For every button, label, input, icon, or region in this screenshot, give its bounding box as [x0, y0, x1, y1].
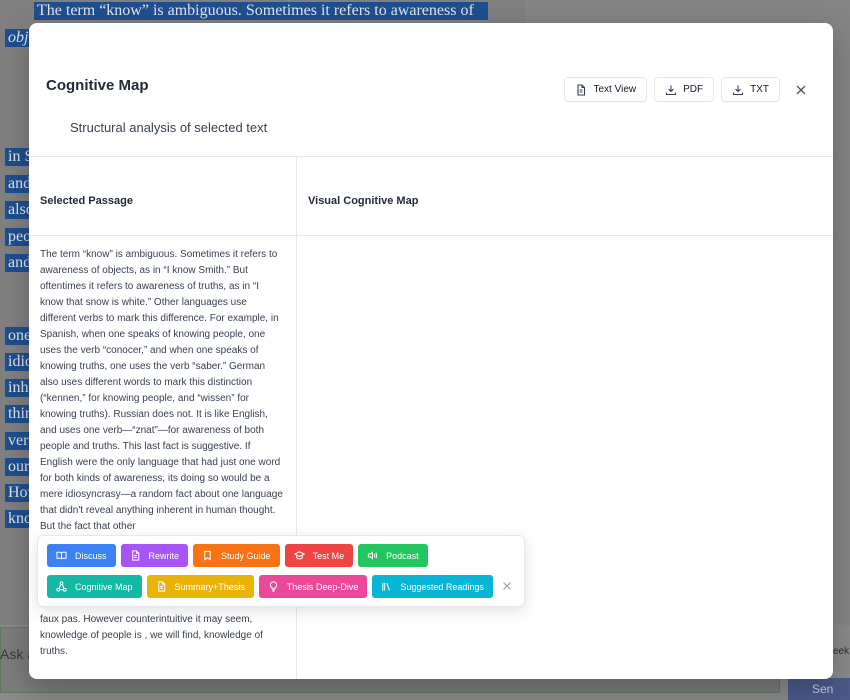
toolbar-row: Cognitive Map Summary+Thesis Thesis Deep…: [47, 575, 493, 598]
selected-text-fragment: one: [5, 327, 30, 345]
library-icon: [382, 582, 391, 591]
cognitive-map-canvas: [297, 236, 833, 679]
suggested-readings-button[interactable]: Suggested Readings: [372, 575, 493, 598]
send-button[interactable]: Sen: [788, 678, 850, 700]
speaker-icon: [367, 551, 378, 560]
download-icon: [666, 85, 677, 95]
lightbulb-icon: [269, 581, 277, 592]
selected-text-fragment: our: [5, 458, 30, 476]
book-icon: [56, 551, 67, 560]
bookmark-icon: [204, 550, 211, 561]
toolbar-row: Discuss Rewrite Study Guide Test Me Podc…: [47, 544, 428, 567]
selected-passage-header: Selected Passage: [40, 195, 133, 207]
document-icon: [131, 550, 139, 561]
study-guide-button[interactable]: Study Guide: [193, 544, 280, 567]
rewrite-label: Rewrite: [148, 550, 180, 561]
modal-subtitle: Structural analysis of selected text: [70, 120, 268, 135]
graduation-cap-icon: [293, 551, 305, 560]
document-icon: [577, 83, 586, 96]
thesis-deep-dive-button[interactable]: Thesis Deep-Dive: [258, 575, 368, 598]
divider: [29, 156, 833, 157]
thesis-deep-dive-label: Thesis Deep-Dive: [286, 581, 359, 592]
modal-title: Cognitive Map: [46, 77, 149, 94]
summary-thesis-button[interactable]: Summary+Thesis: [146, 575, 254, 598]
selected-text-fragment: kno: [5, 510, 30, 528]
pdf-label: PDF: [683, 84, 704, 95]
modal-actions: Text View PDF TXT: [564, 77, 811, 102]
selected-text-fragment: How: [5, 484, 30, 502]
selected-text-fragment: and: [5, 175, 30, 193]
cognitive-map-button[interactable]: Cognitive Map: [47, 575, 142, 598]
cognitive-map-label: Cognitive Map: [75, 581, 133, 592]
side-text: eek: [833, 646, 850, 657]
text-view-label: Text View: [593, 84, 637, 95]
txt-download-button[interactable]: TXT: [721, 77, 780, 102]
txt-label: TXT: [750, 84, 769, 95]
podcast-button[interactable]: Podcast: [358, 544, 428, 567]
podcast-label: Podcast: [386, 550, 419, 561]
discuss-label: Discuss: [75, 550, 107, 561]
selected-text-line: The term “know” is ambiguous. Sometimes …: [34, 2, 488, 20]
selected-text-fragment: thin: [5, 405, 30, 423]
selected-text-fragment: and: [5, 254, 30, 272]
close-icon: [796, 85, 806, 94]
test-me-label: Test Me: [312, 550, 345, 561]
selected-text-fragment: peo: [5, 228, 30, 246]
selected-passage-text: The term “know” is ambiguous. Sometimes …: [40, 249, 283, 532]
selected-text-line: obj: [5, 29, 29, 47]
network-icon: [56, 581, 67, 592]
selected-text-fragment: idio: [5, 353, 30, 371]
selected-passage-text-end: faux pas. However counterintuitive it ma…: [40, 614, 263, 657]
text-view-button[interactable]: Text View: [564, 77, 648, 102]
modal-close-button[interactable]: [791, 80, 811, 100]
download-icon: [733, 85, 744, 95]
visual-cognitive-map-header: Visual Cognitive Map: [308, 195, 419, 207]
pdf-download-button[interactable]: PDF: [654, 77, 715, 102]
discuss-button[interactable]: Discuss: [47, 544, 116, 567]
selected-text-fragment: inh: [5, 379, 30, 397]
suggested-readings-label: Suggested Readings: [400, 581, 484, 592]
summary-thesis-label: Summary+Thesis: [174, 581, 245, 592]
selected-text-fragment: also: [5, 201, 30, 219]
test-me-button[interactable]: Test Me: [284, 544, 354, 567]
selected-text-fragment: in S: [5, 148, 30, 166]
study-guide-label: Study Guide: [221, 550, 271, 561]
document-icon: [157, 581, 165, 592]
toolbar-close-icon[interactable]: [501, 580, 513, 592]
selected-text-fragment: ver: [5, 432, 30, 450]
rewrite-button[interactable]: Rewrite: [120, 544, 189, 567]
selection-action-toolbar: Discuss Rewrite Study Guide Test Me Podc…: [37, 535, 525, 607]
